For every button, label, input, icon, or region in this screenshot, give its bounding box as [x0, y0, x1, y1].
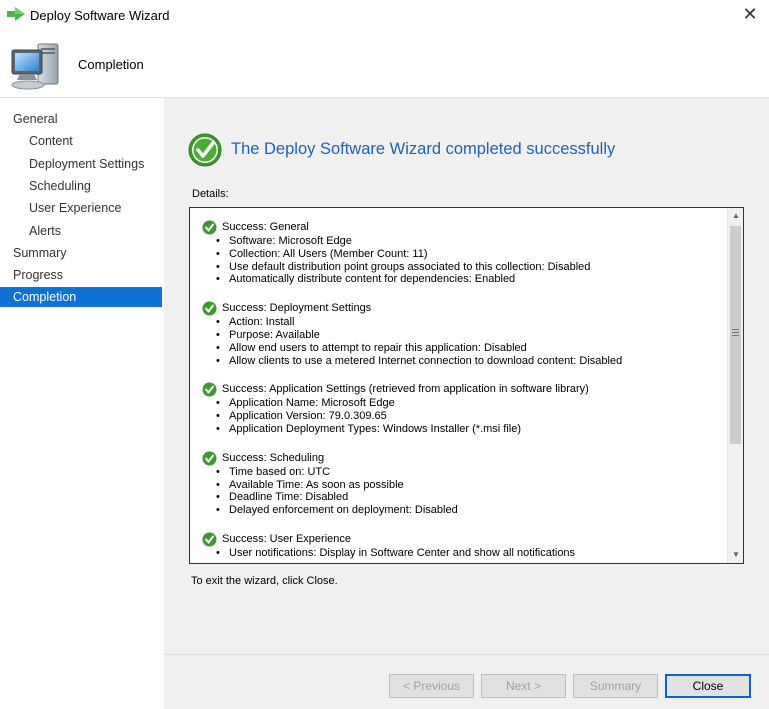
- list-item: Collection: All Users (Member Count: 11): [216, 248, 728, 261]
- exit-instructions: To exit the wizard, click Close.: [191, 575, 338, 587]
- completion-title: The Deploy Software Wizard completed suc…: [231, 140, 616, 158]
- section-title: Success: Deployment Settings: [222, 302, 372, 315]
- green-check-icon: [202, 532, 217, 547]
- details-textbox[interactable]: Success: General Software: Microsoft Edg…: [189, 207, 744, 564]
- list-item: Application Deployment Types: Windows In…: [216, 423, 728, 436]
- computer-icon: [11, 43, 59, 90]
- list-item: Deadline Time: Disabled: [216, 491, 728, 504]
- next-button[interactable]: Next >: [481, 674, 566, 698]
- nav-item-completion[interactable]: Completion: [0, 287, 162, 307]
- green-check-icon: [188, 133, 222, 167]
- banner-heading: Completion: [78, 57, 144, 72]
- previous-button[interactable]: < Previous: [389, 674, 474, 698]
- grip-icon: [732, 329, 739, 336]
- scroll-down-arrow-icon[interactable]: ▼: [728, 547, 743, 563]
- summary-button[interactable]: Summary: [573, 674, 658, 698]
- green-check-icon: [202, 220, 217, 235]
- green-arrow-icon: [7, 7, 25, 21]
- scroll-thumb[interactable]: [730, 226, 741, 444]
- close-window-button[interactable]: ✕: [739, 3, 761, 25]
- list-item: Allow end users to attempt to repair thi…: [216, 342, 728, 355]
- details-section-scheduling: Success: Scheduling Time based on: UTC A…: [202, 451, 728, 517]
- list-item: Automatically distribute content for dep…: [216, 273, 728, 286]
- close-button[interactable]: Close: [665, 674, 751, 698]
- section-title: Success: General: [222, 221, 309, 234]
- list-item: Allow clients to use a metered Internet …: [216, 355, 728, 368]
- section-title: Success: Application Settings (retrieved…: [222, 383, 589, 396]
- scroll-up-arrow-icon[interactable]: ▲: [728, 208, 743, 224]
- list-item: Purpose: Available: [216, 329, 728, 342]
- list-item: User notifications: Display in Software …: [216, 547, 728, 560]
- nav-item-progress[interactable]: Progress: [0, 265, 162, 285]
- details-section-application-settings: Success: Application Settings (retrieved…: [202, 382, 728, 436]
- wizard-nav: General Content Deployment Settings Sche…: [0, 97, 164, 709]
- window-title: Deploy Software Wizard: [30, 8, 170, 23]
- section-title: Success: User Experience: [222, 533, 351, 546]
- nav-item-alerts[interactable]: Alerts: [0, 221, 162, 241]
- wizard-banner: Completion: [0, 30, 769, 96]
- details-content: Success: General Software: Microsoft Edg…: [190, 208, 728, 563]
- details-label: Details:: [192, 188, 229, 200]
- nav-item-user-experience[interactable]: User Experience: [0, 198, 162, 218]
- nav-item-deployment-settings[interactable]: Deployment Settings: [0, 154, 162, 174]
- list-item: Time based on: UTC: [216, 466, 728, 479]
- details-section-user-experience: Success: User Experience User notificati…: [202, 532, 728, 560]
- wizard-main-panel: The Deploy Software Wizard completed suc…: [164, 97, 769, 709]
- nav-item-general[interactable]: General: [0, 109, 162, 129]
- list-item: Action: Install: [216, 316, 728, 329]
- list-item: Application Name: Microsoft Edge: [216, 397, 728, 410]
- list-item: Available Time: As soon as possible: [216, 479, 728, 492]
- nav-item-scheduling[interactable]: Scheduling: [0, 176, 162, 196]
- details-section-deployment-settings: Success: Deployment Settings Action: Ins…: [202, 301, 728, 367]
- title-bar: Deploy Software Wizard ✕: [0, 0, 769, 30]
- green-check-icon: [202, 451, 217, 466]
- details-section-general: Success: General Software: Microsoft Edg…: [202, 220, 728, 286]
- section-title: Success: Scheduling: [222, 451, 325, 464]
- green-check-icon: [202, 382, 217, 397]
- list-item: Use default distribution point groups as…: [216, 261, 728, 274]
- green-check-icon: [202, 301, 217, 316]
- nav-item-content[interactable]: Content: [0, 131, 162, 151]
- list-item: Application Version: 79.0.309.65: [216, 410, 728, 423]
- footer-divider: [164, 654, 769, 655]
- details-scrollbar[interactable]: ▲ ▼: [727, 208, 743, 563]
- list-item: Delayed enforcement on deployment: Disab…: [216, 504, 728, 517]
- nav-item-summary[interactable]: Summary: [0, 243, 162, 263]
- list-item: Software: Microsoft Edge: [216, 235, 728, 248]
